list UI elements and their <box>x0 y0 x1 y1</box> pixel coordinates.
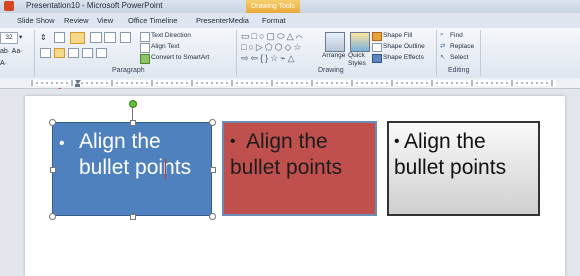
text-direction-button[interactable]: Text Direction <box>151 32 191 39</box>
bullet-mark: • <box>59 135 65 152</box>
shape-effects-button[interactable]: Shape Effects <box>383 54 424 61</box>
numbering-icon[interactable] <box>70 32 85 44</box>
tab-office-timeline[interactable]: Office Timeline <box>128 16 177 25</box>
editing-group-label: Editing <box>448 67 470 74</box>
ribbon: 32 ▾ ab· Aa· A· ⇕ Text Direction Align T… <box>0 28 580 79</box>
decrease-indent-icon[interactable] <box>90 32 102 43</box>
text-direction-icon <box>140 32 150 42</box>
shapes-gallery-row3[interactable]: ⇨⇦{}☆⌁△ <box>241 53 297 64</box>
replace-button[interactable]: Replace <box>450 43 474 50</box>
align-center-icon[interactable] <box>54 48 65 58</box>
textbox-gray[interactable]: • Align the bullet points <box>387 121 540 216</box>
increase-indent-icon[interactable] <box>104 32 116 43</box>
tab-presentermedia[interactable]: PresenterMedia <box>196 16 249 25</box>
separator <box>480 30 481 76</box>
window-title: Presentation10 - Microsoft PowerPoint <box>26 1 163 10</box>
find-button[interactable]: Find <box>450 32 463 39</box>
separator <box>436 30 437 76</box>
arrange-icon <box>325 32 345 52</box>
indent-marker-lower[interactable] <box>75 84 80 87</box>
selection-handle[interactable] <box>210 167 216 173</box>
horizontal-ruler[interactable] <box>0 78 580 89</box>
ribbon-tabs: Slide Show Review View Office Timeline P… <box>0 13 580 28</box>
selection-handle[interactable] <box>130 214 136 220</box>
ruler-ticks <box>31 80 553 86</box>
selection-handle[interactable] <box>209 119 216 126</box>
title-bar: Presentation10 - Microsoft PowerPoint Dr… <box>0 0 580 13</box>
shape-fill-button[interactable]: Shape Fill <box>383 32 412 39</box>
selection-handle[interactable] <box>209 213 216 220</box>
replace-icon: ⇄ <box>440 43 446 50</box>
align-text-button[interactable]: Align Text <box>151 43 179 50</box>
textbox-red[interactable]: • Align the bullet points <box>222 121 377 216</box>
tab-format[interactable]: Format <box>262 16 286 25</box>
drawing-group-label: Drawing <box>318 67 344 74</box>
font-format-icons[interactable]: ab· Aa· <box>0 48 23 55</box>
select-button[interactable]: Select <box>450 54 468 61</box>
slide[interactable]: • Align the bullet points • Align the bu… <box>25 96 565 276</box>
text-cursor <box>165 159 166 179</box>
separator <box>236 30 237 76</box>
selection-handle[interactable] <box>49 213 56 220</box>
tab-review[interactable]: Review <box>64 16 89 25</box>
font-size-input[interactable]: 32 <box>0 32 18 44</box>
chevron-down-icon[interactable]: ▾ <box>19 33 22 41</box>
justify-icon[interactable] <box>82 48 93 58</box>
rotation-connector <box>132 107 133 121</box>
slide-editor: • Align the bullet points • Align the bu… <box>0 89 580 276</box>
bullet-text[interactable]: Align the bullet points <box>394 129 534 181</box>
bullet-text[interactable]: Align the bullet points <box>230 129 370 181</box>
find-icon: ⌕ <box>440 31 444 38</box>
selection-handle[interactable] <box>50 167 56 173</box>
select-icon: ↖ <box>440 54 446 61</box>
distributed-icon[interactable] <box>96 48 107 58</box>
arrange-button[interactable]: Arrange <box>322 52 345 59</box>
shape-fill-icon <box>372 32 382 41</box>
quick-styles-button[interactable]: Quick Styles <box>348 52 372 68</box>
selection-handle[interactable] <box>130 120 136 126</box>
convert-smartart-button[interactable]: Convert to SmartArt <box>151 54 209 61</box>
tab-view[interactable]: View <box>97 16 113 25</box>
smartart-icon <box>140 54 150 64</box>
rotation-handle[interactable] <box>129 100 137 108</box>
line-spacing-icon[interactable]: ⇕ <box>40 33 47 42</box>
shapes-gallery[interactable]: ▭□○▢⬭△⌒ <box>241 31 305 42</box>
font-color-icon[interactable]: A· <box>0 60 7 67</box>
shape-effects-icon <box>372 54 382 63</box>
separator <box>34 30 35 76</box>
quick-styles-icon <box>350 32 370 52</box>
shapes-gallery-row2[interactable]: □○▷⬠⬡◇☆ <box>241 42 303 53</box>
drawing-tools-context-tab: Drawing Tools <box>246 0 300 13</box>
shape-outline-button[interactable]: Shape Outline <box>383 43 425 50</box>
bullet-text[interactable]: Align the bullet points <box>79 129 209 181</box>
align-text-icon <box>140 43 150 53</box>
columns-icon[interactable] <box>120 32 131 43</box>
selection-handle[interactable] <box>49 119 56 126</box>
tab-slide-show[interactable]: Slide Show <box>17 16 55 25</box>
shape-outline-icon <box>372 43 382 52</box>
paragraph-group-label: Paragraph <box>112 67 145 74</box>
bullets-icon[interactable] <box>54 32 65 43</box>
app-icon <box>4 1 14 11</box>
align-right-icon[interactable] <box>68 48 79 58</box>
textbox-blue[interactable]: • Align the bullet points <box>52 122 212 216</box>
align-left-icon[interactable] <box>40 48 51 58</box>
